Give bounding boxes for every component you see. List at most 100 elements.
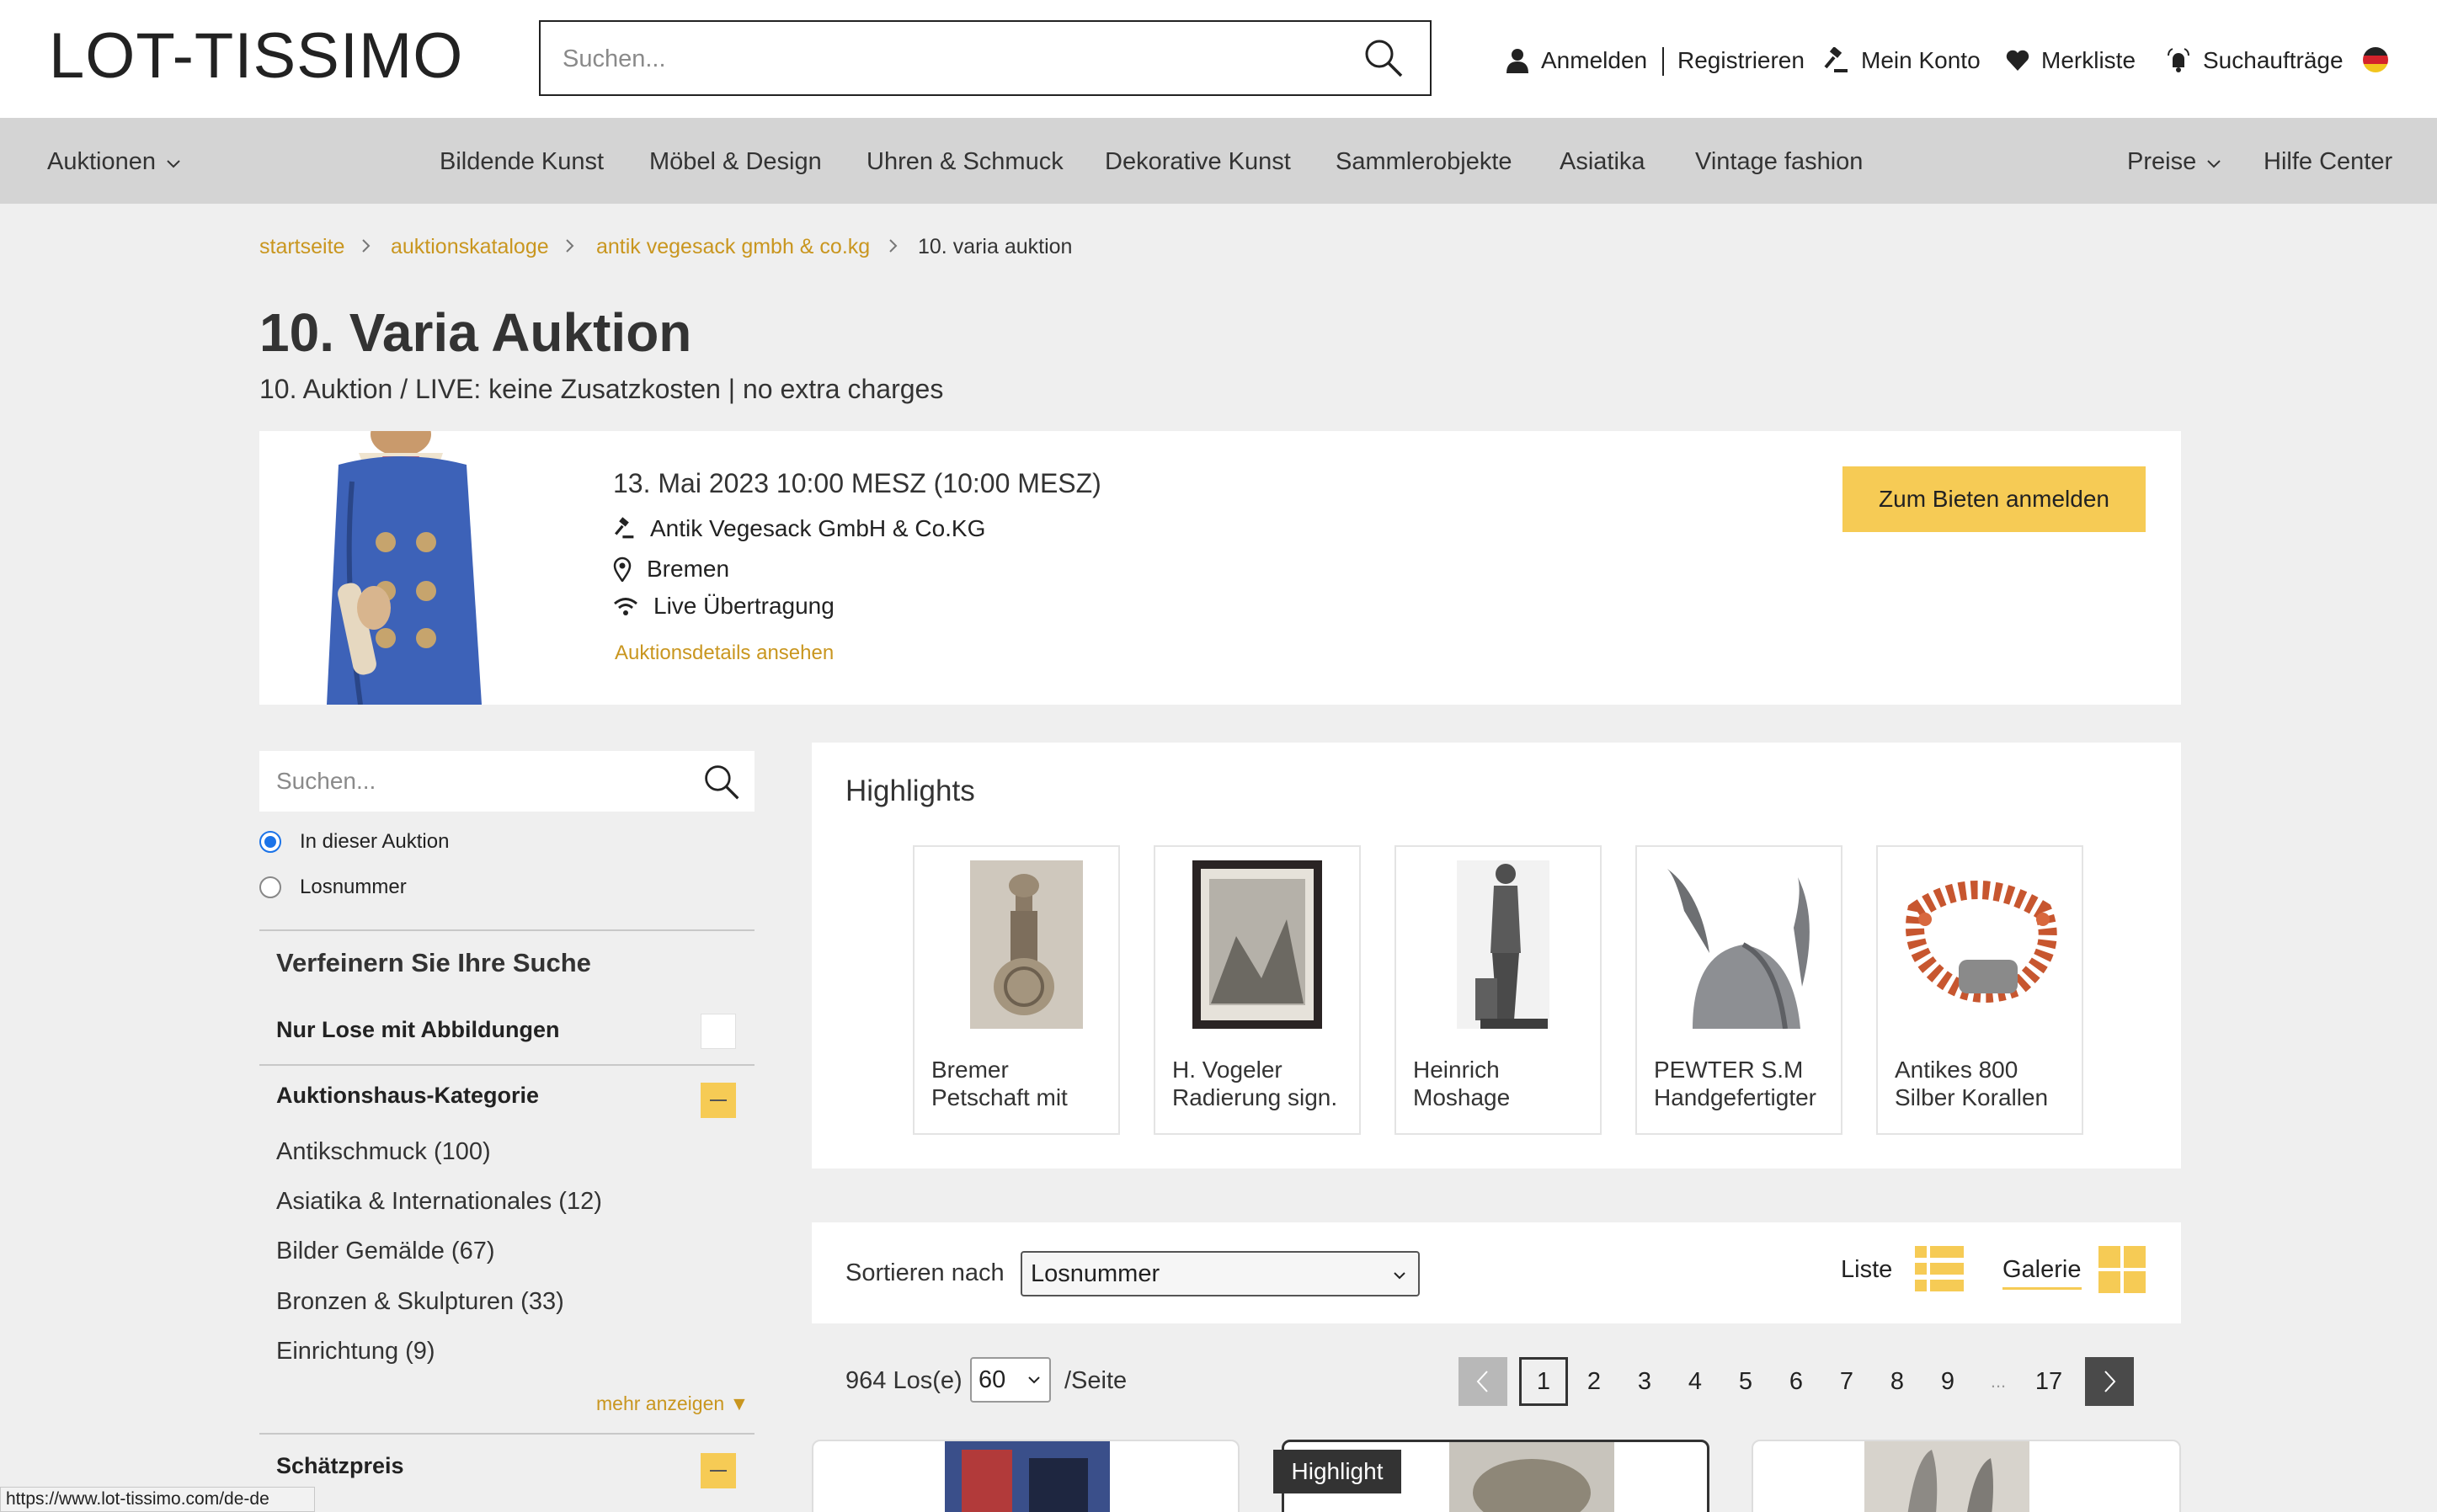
login-label: Anmelden [1541,47,1648,73]
only-images-checkbox[interactable] [701,1014,736,1049]
auction-cover-image[interactable] [301,431,504,705]
user-icon [1506,49,1528,73]
radio-selected-icon [259,831,281,853]
divider [259,929,755,931]
chevron-right-icon [889,239,898,253]
chevron-down-icon [1394,1272,1405,1280]
breadcrumb-auction-house[interactable]: antik vegesack gmbh & co.kg [596,235,870,259]
chevron-down-icon [2207,160,2221,168]
category-filter-item[interactable]: Bilder Gemälde (67) [276,1238,495,1265]
status-bar-url: https://www.lot-tissimo.com/de-de [0,1487,315,1512]
page-button[interactable]: 4 [1671,1357,1720,1406]
category-filter-item[interactable]: Antikschmuck (100) [276,1138,491,1166]
page-button[interactable]: 17 [2024,1357,2073,1406]
gavel-icon [1824,47,1848,72]
auction-house-name: Antik Vegesack GmbH & Co.KG [650,515,986,541]
nav-item-asiatika[interactable]: Asiatika [1560,148,1645,176]
nav-item-vintage-fashion[interactable]: Vintage fashion [1695,148,1863,176]
lot-image [1449,1442,1614,1512]
highlights-panel: Highlights Bremer Petschaft mit H. Vogele… [812,743,2181,1169]
category-heading: Auktionshaus-Kategorie [276,1083,540,1108]
lot-card[interactable] [812,1440,1240,1512]
watchlist-label: Merkliste [2041,47,2136,73]
breadcrumb-catalogs[interactable]: auktionskataloge [391,235,549,259]
sidebar-search-input[interactable] [276,764,680,798]
highlight-card[interactable]: Bremer Petschaft mit [913,845,1120,1135]
nav-auctions-dropdown[interactable]: Auktionen [47,148,181,176]
register-link[interactable]: Registrieren [1677,47,1805,74]
auction-date: 13. Mai 2023 10:00 MESZ (10:00 MESZ) [613,468,1101,498]
nav-auctions-label: Auktionen [47,148,156,175]
next-page-button[interactable] [2085,1357,2134,1406]
nav-item-sammlerobjekte[interactable]: Sammlerobjekte [1336,148,1512,176]
chevron-right-icon [2104,1371,2116,1392]
breadcrumb-home[interactable]: startseite [259,235,344,259]
radio-in-auction[interactable]: In dieser Auktion [259,830,449,854]
radio-lot-number-label: Losnummer [300,876,407,898]
page-ellipsis: ... [1990,1371,2007,1392]
prev-page-button[interactable] [1458,1357,1507,1406]
view-list-link[interactable]: Liste [1841,1256,1892,1284]
collapse-category-button[interactable] [701,1083,736,1118]
list-view-icon[interactable] [1915,1246,1964,1291]
nav-item-moebel-design[interactable]: Möbel & Design [649,148,822,176]
account-link[interactable]: Mein Konto [1822,47,1981,74]
nav-prices-label: Preise [2127,148,2197,175]
search-icon[interactable] [1362,37,1405,83]
highlight-title: H. Vogeler Radierung sign. [1172,1057,1338,1110]
highlight-card[interactable]: H. Vogeler Radierung sign. [1154,845,1361,1135]
collapse-estimate-button[interactable] [701,1453,736,1488]
nav-prices-dropdown[interactable]: Preise [2127,148,2221,176]
nav-item-bildende-kunst[interactable]: Bildende Kunst [440,148,604,176]
page-button[interactable]: 8 [1873,1357,1922,1406]
lot-image [1192,860,1322,1029]
nav-help-center[interactable]: Hilfe Center [2264,148,2392,176]
page-button[interactable]: 5 [1721,1357,1770,1406]
page-button[interactable]: 2 [1570,1357,1618,1406]
lot-image [970,860,1083,1029]
chevron-right-icon [566,239,574,253]
auction-house-row[interactable]: Antik Vegesack GmbH & Co.KG [613,515,985,542]
nav-item-uhren-schmuck[interactable]: Uhren & Schmuck [867,148,1064,176]
gallery-view-icon[interactable] [2098,1246,2146,1293]
radio-lot-number[interactable]: Losnummer [259,876,407,899]
page-button[interactable]: 7 [1822,1357,1871,1406]
auction-mode: Live Übertragung [653,593,835,619]
wifi-icon [614,598,637,615]
chevron-right-icon [362,239,371,253]
search-orders-link[interactable]: Suchaufträge [2166,47,2344,74]
lot-card[interactable] [1752,1440,2181,1512]
watchlist-link[interactable]: Merkliste [2006,47,2136,74]
top-header: LOT-TISSIMO Anmelden Registrieren Mein K… [0,0,2437,118]
login-link[interactable]: Anmelden [1506,47,1647,74]
nav-item-dekorative-kunst[interactable]: Dekorative Kunst [1105,148,1291,176]
divider [259,1064,755,1066]
show-more-link[interactable]: mehr anzeigen ▼ [596,1392,749,1415]
lot-image [945,1441,1110,1512]
search-orders-label: Suchaufträge [2203,47,2344,73]
category-filter-item[interactable]: Asiatika & Internationales (12) [276,1188,602,1216]
highlight-card[interactable]: PEWTER S.M Handgefertigter [1635,845,1842,1135]
page-button[interactable]: 3 [1620,1357,1669,1406]
per-page-select[interactable]: 60 [970,1357,1051,1403]
account-label: Mein Konto [1861,47,1981,73]
category-filter-item[interactable]: Einrichtung (9) [276,1338,435,1366]
site-logo[interactable]: LOT-TISSIMO [49,19,463,94]
page-title: 10. Varia Auktion [259,302,692,363]
register-to-bid-button[interactable]: Zum Bieten anmelden [1842,466,2146,532]
page-button-current[interactable]: 1 [1519,1357,1568,1406]
language-flag-icon[interactable] [2363,47,2388,72]
highlight-card[interactable]: Antikes 800 Silber Korallen [1876,845,2083,1135]
header-search-box [539,20,1432,96]
view-gallery-link[interactable]: Galerie [2002,1256,2082,1290]
header-search-input[interactable] [563,39,1320,79]
auction-details-link[interactable]: Auktionsdetails ansehen [615,642,834,665]
page-button[interactable]: 9 [1923,1357,1972,1406]
page-button[interactable]: 6 [1772,1357,1821,1406]
search-icon[interactable] [702,763,741,806]
auction-location: Bremen [647,556,730,582]
category-filter-item[interactable]: Bronzen & Skulpturen (33) [276,1288,564,1316]
sort-bar: Sortieren nach Losnummer Liste Galerie [812,1222,2181,1323]
highlight-card[interactable]: Heinrich Moshage [1394,845,1602,1135]
sort-select[interactable]: Losnummer [1021,1251,1420,1296]
